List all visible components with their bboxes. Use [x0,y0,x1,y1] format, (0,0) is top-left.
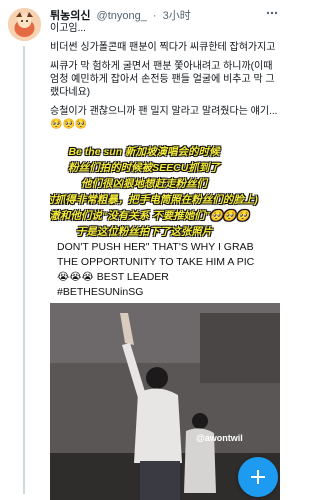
dot-separator: · [152,10,157,22]
compose-plus-icon [251,470,265,484]
image-caption-english: 😭😭😭 BEST LEADER [57,271,169,283]
avatar-illustration [8,8,41,41]
image-caption-english: DON'T PUSH HER" THAT'S WHY I GRAB [57,241,254,253]
image-caption-english: THE OPPORTUNITY TO TAKE HIM A PIC [57,256,255,268]
tweet-line: 승철이가 괜찮으니까 팬 밀지 말라고 말려줬다는 얘기... 🥺🥺🥺 [50,106,278,130]
image-caption-chinese: 粉丝们拍的时候被SEECU抓到了 [68,162,220,174]
tweet-line: 비더썬 싱가폴콘때 팬분이 찍다가 씨큐한테 잡혀가지고 [50,42,276,53]
more-options-icon [266,11,278,15]
tweet-header: 튀농의신 @tnyong_ · 3小时 [50,9,262,23]
more-options-button[interactable] [264,5,280,21]
tweet-image[interactable]: DON'T PUSH HER" THAT'S WHY I GRAB THE OP… [50,145,280,500]
image-caption-chinese: (这时抓得非常粗暴，把手电筒照在粉丝们的脸上) [50,194,258,206]
image-caption-chinese: 胜澈和他们说“没有关系 不要推她们”🥺🥺🥺 [50,210,250,222]
tweet-line: 씨큐가 막 험하게 굴면서 팬분 쫓아내려고 하니까(이때 엄청 예민하게 잡아… [50,61,275,98]
thread-line [23,46,25,494]
timestamp[interactable]: 3小时 [163,10,191,22]
tweet-line: 이고임... [50,23,86,34]
image-watermark: @awontwil [196,433,243,443]
image-caption-english: #BETHESUNinSG [57,286,144,298]
tweet[interactable]: 튀농의신 @tnyong_ · 3小时 이고임... 비더썬 싱가폴콘때 팬분이… [0,0,288,500]
avatar[interactable] [8,8,41,41]
display-name[interactable]: 튀농의신 [50,10,90,22]
image-caption-chinese: Be the sun 新加坡演唱会的时候 [68,146,220,158]
tweet-text: 이고임... 비더썬 싱가폴콘때 팬분이 찍다가 씨큐한테 잡혀가지고 씨큐가 … [50,22,280,137]
user-handle[interactable]: @tnyong_ [97,10,147,22]
compose-button[interactable] [238,457,278,497]
image-caption-chinese: 他们很凶狠地想赶走粉丝们 [81,178,207,190]
image-caption-chinese: 于是这位粉丝拍下了这张照片 [75,226,213,238]
